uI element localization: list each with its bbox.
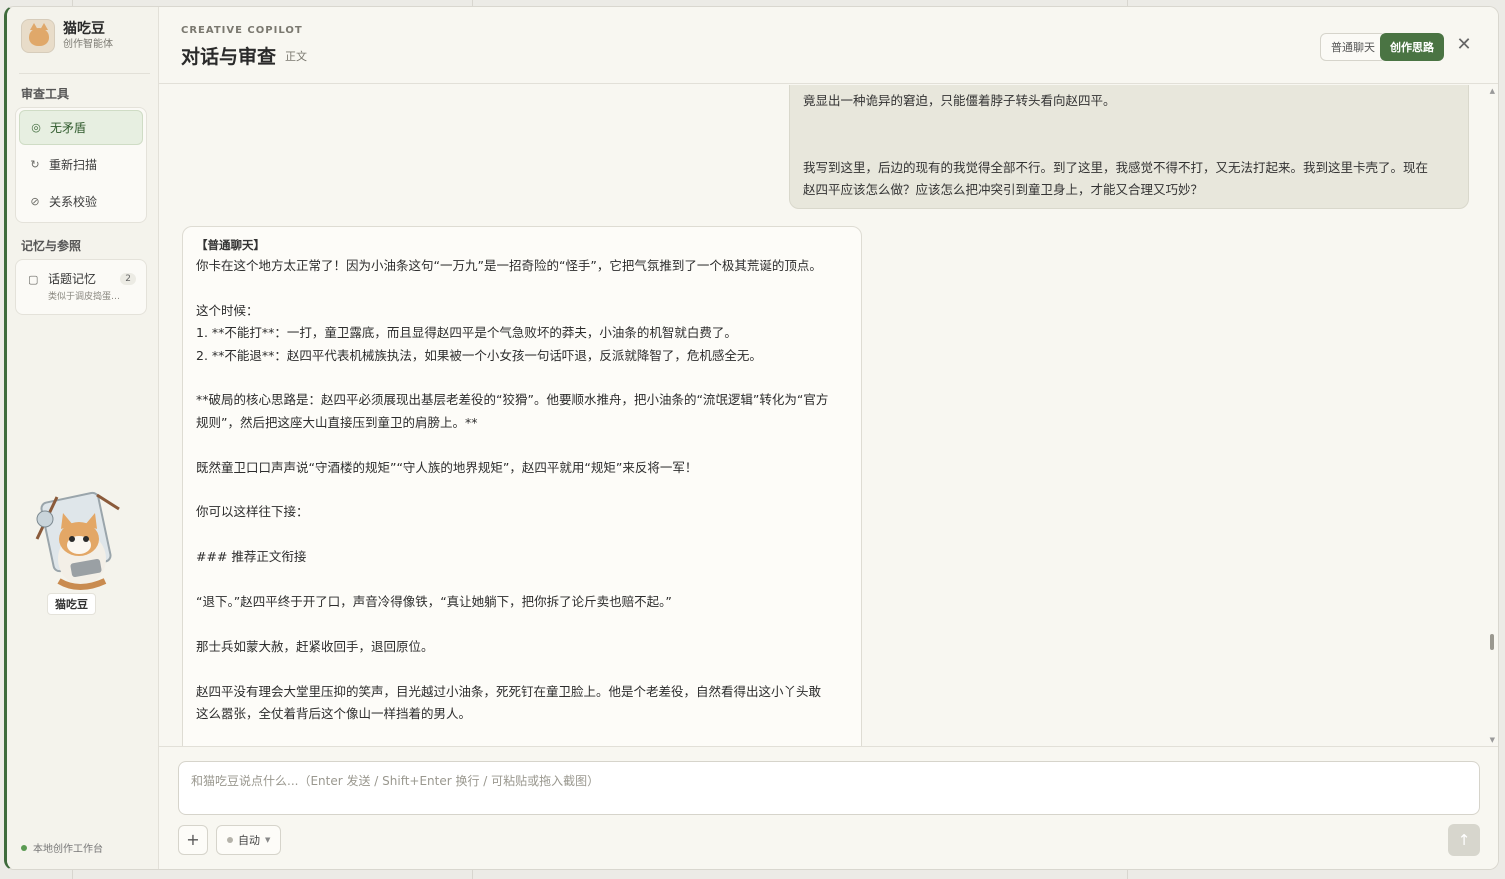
message-line: 2. **不能退**：赵四平代表机械族执法，如果被一个小女孩一句话吓退，反派就降…	[196, 347, 762, 363]
message-line: **破局的核心思路是：赵四平必须展现出基层老差役的“狡猾”。他要顺水推舟，把小油…	[196, 392, 829, 408]
message-line	[196, 367, 848, 389]
message-line: 赵四平没有理会大堂里压抑的笑声，目光越过小油条，死死钉在童卫脸上。他是个老差役，…	[196, 683, 822, 699]
link-icon: ⊘	[30, 194, 40, 208]
message-line: 这么嚣张，全仗着背后这个像山一样挡着的男人。	[196, 706, 472, 721]
scroll-thumb[interactable]	[1490, 634, 1494, 650]
brand-subtitle: 创作智能体	[63, 39, 113, 50]
message-line: “退下。”赵四平终于开了口，声音冷得像铁，“真让她躺下，把你拆了论斤卖也赔不起。…	[196, 594, 672, 609]
message-input[interactable]: 和猫吃豆说点什么...（Enter 发送 / Shift+Enter 换行 / …	[178, 761, 1480, 815]
tool-label: 关系校验	[49, 195, 98, 209]
refresh-icon: ↻	[30, 157, 40, 171]
composer-area: 和猫吃豆说点什么...（Enter 发送 / Shift+Enter 换行 / …	[159, 746, 1498, 869]
message-line	[196, 277, 848, 299]
tool-rescan[interactable]: ↻ 重新扫描	[19, 147, 143, 182]
message-mode-tag: 【普通聊天】	[196, 238, 265, 252]
user-message: 竟显出一种诡异的窘迫，只能僵着脖子转头看向赵四平。 我写到这里，后边的现有的我觉…	[789, 85, 1469, 209]
memory-title: 记忆与参照	[21, 239, 82, 253]
cat-avatar	[21, 19, 55, 53]
mode-dot-icon	[227, 837, 233, 843]
page-title: 对话与审查	[181, 46, 277, 68]
page-tag: 正文	[285, 50, 307, 63]
app-window: 猫吃豆 创作智能体 审查工具 ◎ 无矛盾 ↻ 重新扫描 ⊘ 关系校验 记忆与参照…	[4, 6, 1499, 870]
topic-memory-card[interactable]: ▢ 话题记忆 2 类似于调皮捣蛋…	[15, 259, 147, 315]
normal-chat-button[interactable]: 普通聊天	[1320, 33, 1386, 61]
message-line	[196, 479, 848, 501]
check-circle-icon: ◎	[31, 120, 41, 134]
message-line	[196, 569, 848, 591]
message-line	[196, 658, 848, 680]
brand: 猫吃豆 创作智能体	[21, 19, 113, 53]
message-line: ### 推荐正文衔接	[196, 549, 307, 565]
sidebar: 猫吃豆 创作智能体 审查工具 ◎ 无矛盾 ↻ 重新扫描 ⊘ 关系校验 记忆与参照…	[7, 7, 159, 869]
tool-relation-check[interactable]: ⊘ 关系校验	[19, 184, 143, 219]
message-line: 1. **不能打**：一打，童卫露底，而且显得赵四平是个气急败坏的莽夫，小油条的…	[196, 325, 737, 341]
message-line: 规则”，然后把这座大山直接压到童卫的肩膀上。**	[196, 414, 478, 430]
status-text: 本地创作工作台	[33, 844, 103, 855]
close-icon[interactable]: ✕	[1454, 35, 1474, 55]
tool-label: 重新扫描	[49, 158, 98, 172]
sidebar-divider	[19, 73, 150, 74]
message-line: 你卡在这个地方太正常了！因为小油条这句“一万九”是一招奇险的“怪手”，它把气氛推…	[196, 258, 822, 273]
review-tools-panel: ◎ 无矛盾 ↻ 重新扫描 ⊘ 关系校验	[15, 107, 147, 223]
message-line	[196, 434, 848, 456]
chat-area[interactable]: 竟显出一种诡异的窘迫，只能僵着脖子转头看向赵四平。 我写到这里，后边的现有的我觉…	[159, 85, 1498, 746]
memory-label: 话题记忆	[48, 272, 97, 286]
header-eyebrow: CREATIVE COPILOT	[181, 25, 303, 36]
mode-select[interactable]: 自动 ▼	[216, 825, 282, 855]
scroll-down-icon[interactable]: ▼	[1490, 736, 1495, 744]
add-attachment-button[interactable]: +	[178, 825, 208, 855]
status-indicator: 本地创作工作台	[21, 840, 103, 855]
status-dot-icon	[21, 844, 27, 851]
user-message-line: 赵四平应该怎么做？应该怎么把冲突引到童卫身上，才能又合理又巧妙？	[803, 182, 1204, 197]
message-line	[196, 524, 848, 546]
review-tools-title: 审查工具	[21, 87, 70, 101]
message-line: 你可以这样往下接：	[196, 504, 309, 520]
tool-no-contradiction[interactable]: ◎ 无矛盾	[19, 110, 143, 145]
message-line: 那士兵如蒙大赦，赶紧收回手，退回原位。	[196, 638, 434, 654]
scroll-up-icon[interactable]: ▲	[1490, 87, 1495, 95]
cat-mascot-illustration	[35, 491, 120, 590]
message-line: 这个时候：	[196, 302, 259, 318]
user-message-line: 我写到这里，后边的现有的我觉得全部不行。到了这里，我感觉不得不打，又无法打起来。…	[803, 160, 1429, 175]
memory-preview: 类似于调皮捣蛋…	[48, 292, 121, 302]
creative-ideas-button[interactable]: 创作思路	[1380, 33, 1444, 61]
chat-bubble-icon: ▢	[28, 272, 39, 286]
chevron-down-icon: ▼	[265, 836, 271, 844]
assistant-message: 【普通聊天】 你卡在这个地方太正常了！因为小油条这句“一万九”是一招奇险的“怪手…	[182, 226, 862, 746]
chat-scrollbar[interactable]: ▲ ▼	[1490, 85, 1496, 746]
header: CREATIVE COPILOT 对话与审查 正文 普通聊天 创作思路 ✕	[159, 7, 1498, 84]
message-line: 既然童卫口口声声说“守酒楼的规矩”“守人族的地界规矩”，赵四平就用“规矩”来反将…	[196, 459, 698, 475]
user-message-line: 竟显出一种诡异的窘迫，只能僵着脖子转头看向赵四平。	[803, 93, 1116, 108]
memory-count-badge: 2	[120, 272, 136, 285]
brand-name: 猫吃豆	[63, 21, 105, 37]
mode-label: 自动	[238, 834, 260, 847]
send-button[interactable]: ↑	[1448, 824, 1480, 856]
mascot-label: 猫吃豆	[47, 593, 96, 615]
message-line	[196, 613, 848, 635]
tool-label: 无矛盾	[50, 121, 87, 135]
